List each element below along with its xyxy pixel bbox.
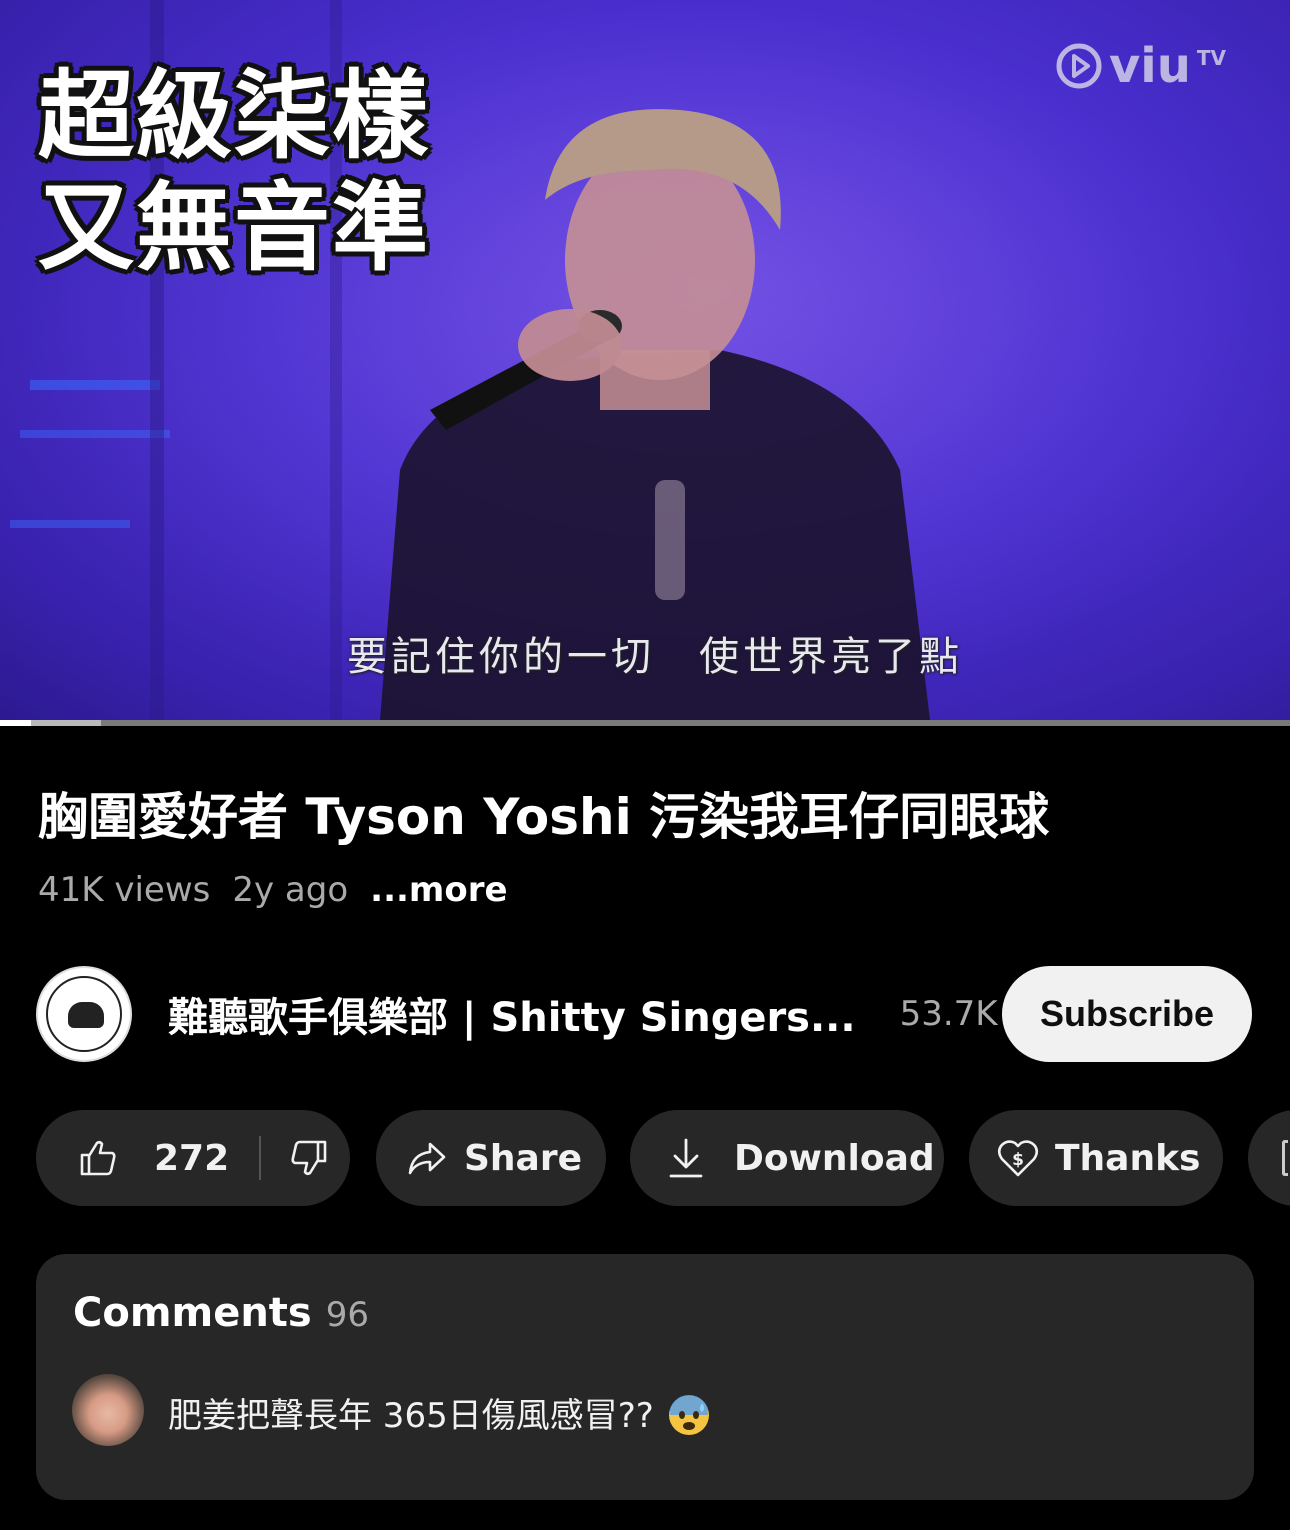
channel-name[interactable]: 難聽歌手俱樂部 | Shitty Singers... [168, 985, 856, 1043]
channel-avatar[interactable] [36, 966, 132, 1062]
subscriber-count: 53.7K [899, 994, 998, 1034]
like-dislike-pill: 272 [36, 1110, 350, 1206]
top-comment-text: 肥姜把聲長年 365日傷風感冒?? [168, 1396, 654, 1436]
comments-header: Comments 96 [73, 1290, 369, 1336]
avatar-logo-mark [68, 1002, 104, 1028]
comments-title: Comments [73, 1290, 312, 1336]
logo-suffix: TV [1196, 46, 1226, 70]
download-button[interactable]: Download [630, 1110, 944, 1206]
share-button[interactable]: Share [376, 1110, 606, 1206]
thanks-label: Thanks [1055, 1137, 1201, 1179]
download-label: Download [734, 1137, 935, 1179]
thanks-button[interactable]: $ Thanks [969, 1110, 1223, 1206]
logo-text: viu [1108, 38, 1191, 94]
viutv-logo: viu TV [1055, 38, 1226, 94]
subscribe-button[interactable]: Subscribe [1002, 966, 1252, 1062]
more-actions-pill[interactable] [1248, 1110, 1290, 1206]
more-link[interactable]: ...more [370, 870, 507, 910]
like-count: 272 [154, 1137, 230, 1179]
thanks-heart-icon: $ [997, 1140, 1039, 1177]
play-circle-icon [1056, 43, 1102, 89]
channel-row: 難聽歌手俱樂部 | Shitty Singers... 53.7K Subscr… [36, 966, 1256, 1062]
save-icon-fragment [1282, 1140, 1288, 1176]
thumbs-up-icon[interactable] [78, 1138, 118, 1178]
top-comment[interactable]: 肥姜把聲長年 365日傷風感冒?? [168, 1388, 709, 1437]
pill-divider [259, 1136, 262, 1180]
video-meta[interactable]: 41K views 2y ago ...more [38, 870, 508, 910]
download-icon [669, 1138, 703, 1178]
commenter-avatar[interactable] [72, 1374, 144, 1446]
share-arrow-icon [408, 1142, 446, 1175]
video-subtitle: 要記住你的一切 使世界亮了點 [347, 634, 963, 680]
video-progress-bar[interactable] [0, 720, 1290, 726]
overlay-caption: 超級柒樣 又無音準 [38, 60, 430, 284]
video-title[interactable]: 胸圍愛好者 Tyson Yoshi 污染我耳仔同眼球 [38, 784, 1258, 850]
thumbs-down-icon[interactable] [289, 1138, 329, 1178]
view-count: 41K views [38, 870, 211, 910]
comments-count: 96 [325, 1295, 369, 1335]
svg-text:$: $ [1012, 1150, 1024, 1170]
progress-played [0, 720, 31, 726]
video-player[interactable]: 超級柒樣 又無音準 viu TV 要記住你的一切 使世界亮了點 [0, 0, 1290, 720]
action-bar: 272 Share Download $ Thanks [36, 1110, 1290, 1206]
comments-panel[interactable]: Comments 96 肥姜把聲長年 365日傷風感冒?? [36, 1254, 1254, 1500]
share-label: Share [464, 1137, 583, 1179]
fearful-face-emoji [668, 1395, 709, 1435]
upload-age: 2y ago [232, 870, 349, 910]
